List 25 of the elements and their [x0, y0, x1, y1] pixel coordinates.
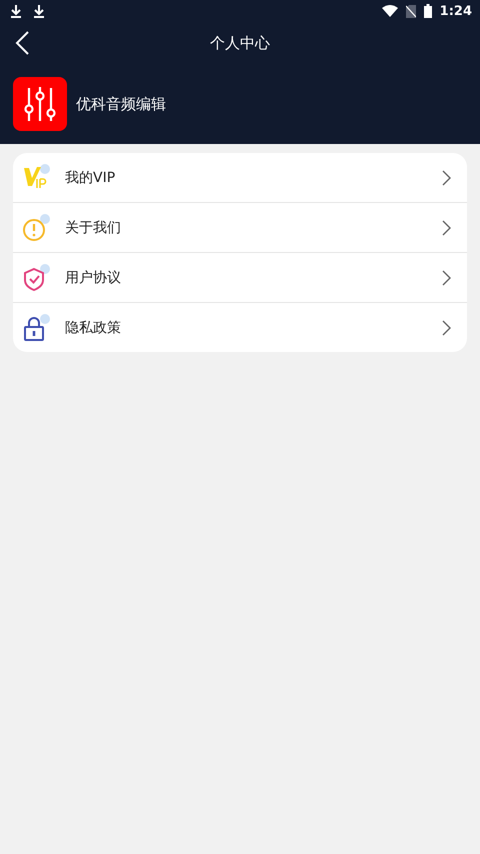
menu-label: 用户协议	[65, 268, 122, 286]
shield-check-icon	[22, 264, 50, 292]
chevron-right-icon	[442, 170, 451, 186]
app-logo-icon	[13, 77, 67, 131]
status-time: 1:24	[440, 4, 472, 18]
chevron-right-icon	[442, 270, 451, 286]
wifi-icon	[382, 5, 398, 17]
page-title: 个人中心	[210, 34, 270, 52]
chevron-right-icon	[442, 220, 451, 236]
download-icon	[33, 4, 45, 18]
back-icon[interactable]	[14, 30, 30, 56]
menu-label: 关于我们	[65, 218, 122, 236]
menu-item[interactable]: 用户协议	[13, 253, 467, 303]
lock-icon	[22, 314, 50, 342]
menu-label: 隐私政策	[65, 318, 122, 336]
exclamation-icon	[22, 214, 50, 242]
menu-item[interactable]: 关于我们	[13, 203, 467, 253]
app-name: 优科音频编辑	[76, 94, 166, 114]
menu-label: 我的VIP	[65, 168, 116, 186]
chevron-right-icon	[442, 320, 451, 336]
download-icon	[10, 4, 22, 18]
menu-item[interactable]: 隐私政策	[13, 303, 467, 352]
menu-item[interactable]: 我的VIP	[13, 153, 467, 203]
battery-icon	[424, 4, 432, 18]
no-sim-icon	[406, 4, 416, 18]
